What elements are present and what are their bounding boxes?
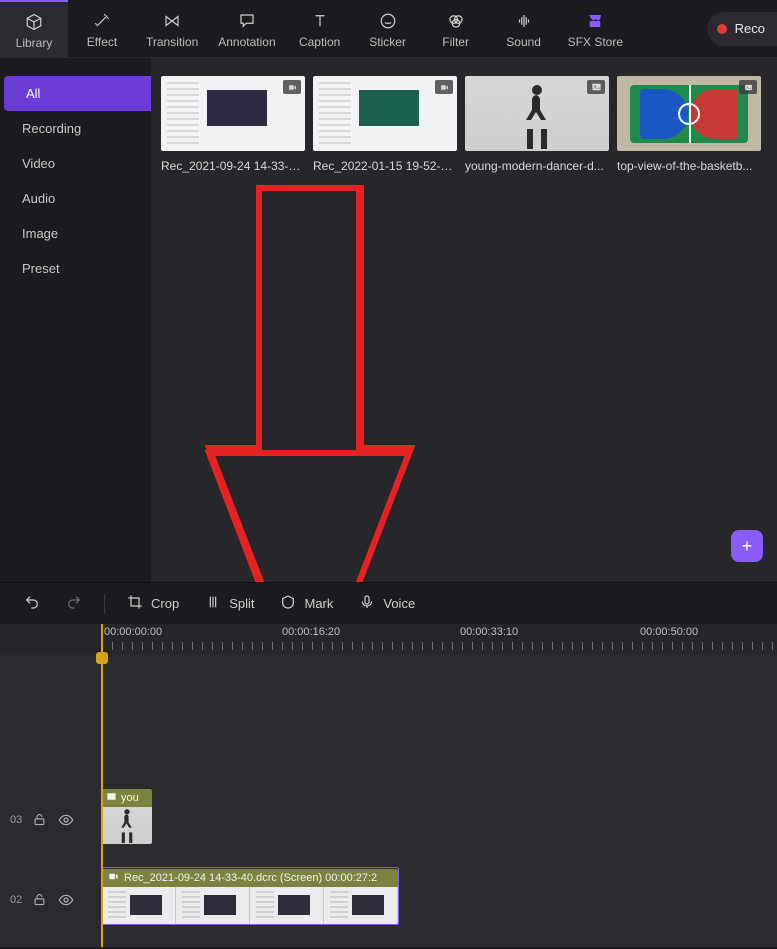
ruler-time: 00:00:16:20 — [282, 626, 340, 638]
tab-caption[interactable]: Caption — [286, 0, 354, 57]
media-thumb — [161, 76, 305, 151]
tab-annotation[interactable]: Annotation — [208, 0, 285, 57]
tab-label: SFX Store — [568, 35, 623, 49]
track-controls: 03 — [10, 812, 74, 828]
track-controls: 02 — [10, 892, 74, 908]
ruler-ticks — [102, 642, 777, 650]
voice-label: Voice — [383, 596, 415, 611]
ruler-time: 00:00:00:00 — [104, 626, 162, 638]
media-item[interactable]: top-view-of-the-basketb... — [617, 76, 761, 173]
eye-icon[interactable] — [58, 812, 74, 828]
separator — [104, 594, 105, 614]
mark-icon — [280, 594, 296, 613]
tab-library[interactable]: Library — [0, 0, 68, 57]
sidebar-item-recording[interactable]: Recording — [0, 111, 151, 146]
filter-icon — [446, 11, 466, 31]
tab-sound[interactable]: Sound — [490, 0, 558, 57]
clip-label: Rec_2021-09-24 14-33-40.dcrc (Screen) 00… — [124, 872, 377, 884]
crop-icon — [127, 594, 143, 613]
mark-button[interactable]: Mark — [270, 588, 343, 619]
wand-icon — [92, 11, 112, 31]
sidebar-item-audio[interactable]: Audio — [0, 181, 151, 216]
media-item[interactable]: Rec_2022-01-15 19-52-12.... — [313, 76, 457, 173]
crop-label: Crop — [151, 596, 179, 611]
timeline-ruler[interactable]: 00:00:00:00 00:00:16:20 00:00:33:10 00:0… — [0, 624, 777, 654]
timeline-clip-video[interactable]: Rec_2021-09-24 14-33-40.dcrc (Screen) 00… — [102, 869, 398, 924]
playhead[interactable] — [101, 624, 103, 947]
tab-label: Transition — [146, 35, 198, 49]
redo-icon — [66, 594, 82, 613]
timeline-clip-image[interactable]: you — [102, 789, 152, 844]
top-toolbar: Library Effect Transition Annotation Cap… — [0, 0, 777, 58]
eye-icon[interactable] — [58, 892, 74, 908]
split-icon — [205, 594, 221, 613]
media-name: top-view-of-the-basketb... — [617, 159, 761, 173]
video-badge-icon — [435, 80, 453, 94]
sidebar-item-image[interactable]: Image — [0, 216, 151, 251]
crop-button[interactable]: Crop — [117, 588, 189, 619]
image-badge-icon — [587, 80, 605, 94]
split-label: Split — [229, 596, 254, 611]
tab-sfx-store[interactable]: SFX Store — [558, 0, 633, 57]
library-sidebar: All Recording Video Audio Image Preset — [0, 58, 151, 582]
sidebar-item-video[interactable]: Video — [0, 146, 151, 181]
track-number: 03 — [10, 814, 22, 826]
media-item[interactable]: Rec_2021-09-24 14-33-40.... — [161, 76, 305, 173]
record-label: Reco — [735, 21, 765, 36]
video-icon — [108, 871, 119, 885]
media-name: Rec_2021-09-24 14-33-40.... — [161, 159, 305, 173]
redo-button[interactable] — [56, 588, 92, 619]
speech-icon — [237, 11, 257, 31]
lock-icon[interactable] — [32, 812, 48, 828]
tab-label: Filter — [442, 35, 469, 49]
record-button[interactable]: Reco — [707, 12, 777, 46]
tab-label: Effect — [87, 35, 117, 49]
store-icon — [585, 11, 605, 31]
tab-filter[interactable]: Filter — [422, 0, 490, 57]
smile-icon — [378, 11, 398, 31]
transition-icon — [162, 11, 182, 31]
media-gallery: Rec_2021-09-24 14-33-40.... Rec_2022-01-… — [151, 58, 777, 582]
media-thumb — [313, 76, 457, 151]
ruler-time: 00:00:33:10 — [460, 626, 518, 638]
timeline-toolbar: Crop Split Mark Voice — [0, 582, 777, 624]
media-name: young-modern-dancer-d... — [465, 159, 609, 173]
undo-icon — [24, 594, 40, 613]
ruler-time: 00:00:50:00 — [640, 626, 698, 638]
tab-label: Sound — [506, 35, 541, 49]
image-icon — [106, 791, 117, 805]
undo-button[interactable] — [14, 588, 50, 619]
cube-icon — [24, 12, 44, 32]
dancer-figure-icon — [113, 807, 141, 844]
tab-label: Sticker — [369, 35, 406, 49]
sound-icon — [514, 11, 534, 31]
dancer-figure-icon — [517, 81, 557, 151]
timeline[interactable]: 00:00:00:00 00:00:16:20 00:00:33:10 00:0… — [0, 624, 777, 947]
media-name: Rec_2022-01-15 19-52-12.... — [313, 159, 457, 173]
tab-label: Annotation — [218, 35, 275, 49]
mic-icon — [359, 594, 375, 613]
split-button[interactable]: Split — [195, 588, 264, 619]
sidebar-item-preset[interactable]: Preset — [0, 251, 151, 286]
image-badge-icon — [739, 80, 757, 94]
track-number: 02 — [10, 894, 22, 906]
mark-label: Mark — [304, 596, 333, 611]
voice-button[interactable]: Voice — [349, 588, 425, 619]
plus-icon: + — [742, 536, 753, 557]
lock-icon[interactable] — [32, 892, 48, 908]
tab-sticker[interactable]: Sticker — [354, 0, 422, 57]
text-icon — [310, 11, 330, 31]
tab-effect[interactable]: Effect — [68, 0, 136, 57]
sidebar-item-all[interactable]: All — [4, 76, 151, 111]
media-thumb — [617, 76, 761, 151]
video-badge-icon — [283, 80, 301, 94]
record-dot-icon — [717, 24, 727, 34]
tab-label: Library — [16, 36, 53, 50]
media-thumb — [465, 76, 609, 151]
add-media-button[interactable]: + — [731, 530, 763, 562]
media-item[interactable]: young-modern-dancer-d... — [465, 76, 609, 173]
tab-label: Caption — [299, 35, 340, 49]
tab-transition[interactable]: Transition — [136, 0, 208, 57]
clip-label: you — [121, 792, 139, 804]
